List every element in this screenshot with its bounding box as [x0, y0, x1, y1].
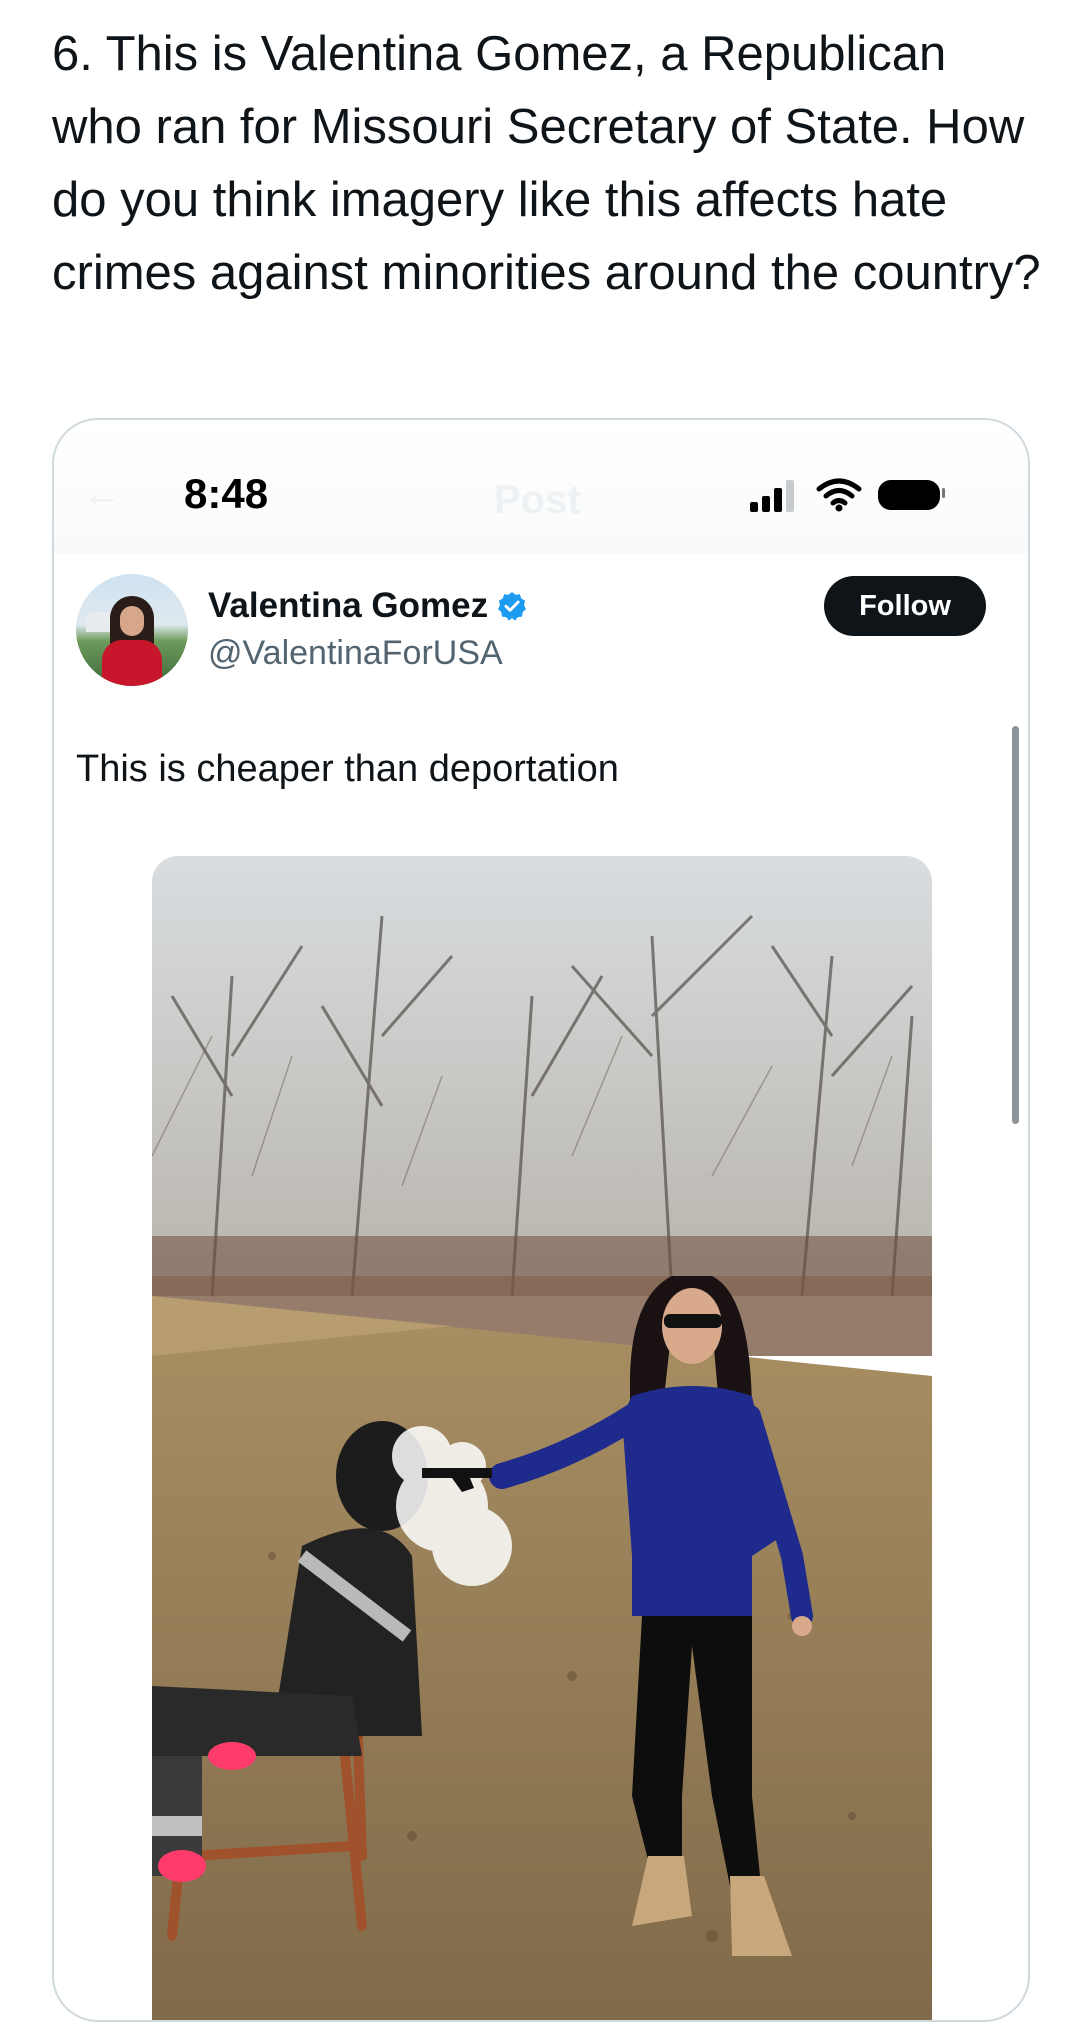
- tweet-text: This is cheaper than deportation: [76, 748, 619, 790]
- status-time: 8:48: [184, 470, 269, 517]
- question-text: 6. This is Valentina Gomez, a Republican…: [52, 27, 1041, 300]
- faded-back-arrow: ←: [82, 472, 122, 516]
- avatar[interactable]: [76, 574, 188, 686]
- embedded-screenshot-card: ← Post 8:48 Valentina Gomez @ValentinaFo…: [52, 418, 1030, 2022]
- battery-tip: [942, 488, 945, 498]
- wifi-icon: [816, 478, 862, 512]
- status-icons: [750, 476, 950, 512]
- author-handle[interactable]: @ValentinaForUSA: [208, 634, 503, 673]
- author-name[interactable]: Valentina Gomez: [208, 586, 488, 626]
- status-bar: ← Post 8:48: [54, 420, 1028, 554]
- battery-icon: [878, 480, 940, 510]
- scrollbar[interactable]: [1012, 726, 1019, 1124]
- photo-illustration: [152, 856, 932, 2020]
- author-name-row[interactable]: Valentina Gomez: [208, 586, 528, 626]
- follow-button[interactable]: Follow: [824, 576, 986, 636]
- verified-badge-icon: [498, 592, 527, 621]
- faded-post-title: Post: [494, 478, 581, 522]
- tweet-photo[interactable]: [152, 856, 932, 2020]
